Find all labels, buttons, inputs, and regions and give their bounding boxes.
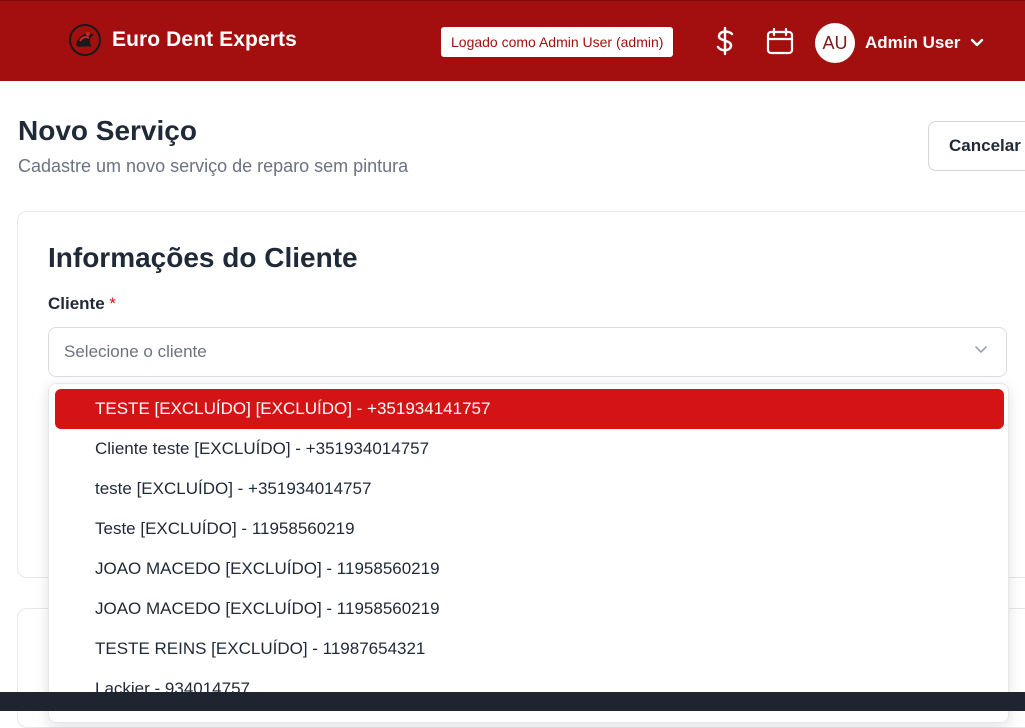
finance-button[interactable] — [710, 25, 740, 57]
cancel-button[interactable]: Cancelar — [928, 121, 1025, 171]
client-option[interactable]: TESTE REINS [EXCLUÍDO] - 11987654321 — [55, 629, 1004, 669]
client-option[interactable]: JOAO MACEDO [EXCLUÍDO] - 11958560219 — [55, 549, 1004, 589]
client-field-label: Cliente * — [48, 294, 116, 314]
avatar: AU — [815, 23, 855, 63]
client-select[interactable]: Selecione o cliente — [48, 327, 1007, 377]
chevron-down-icon — [975, 346, 987, 353]
top-navbar: Euro Dent Experts Logado como Admin User… — [0, 0, 1025, 81]
bottom-bar — [0, 692, 1025, 711]
brand[interactable]: Euro Dent Experts — [68, 23, 297, 57]
chevron-down-icon — [971, 38, 984, 47]
page-subtitle: Cadastre um novo serviço de reparo sem p… — [18, 156, 409, 176]
calendar-button[interactable] — [765, 25, 795, 57]
user-name: Admin User — [865, 33, 961, 52]
client-label-text: Cliente — [48, 294, 105, 313]
dollar-icon — [716, 26, 734, 56]
client-option[interactable]: Teste [EXCLUÍDO] - 11958560219 — [55, 509, 1004, 549]
user-menu[interactable]: AU Admin User — [815, 23, 984, 63]
client-option[interactable]: JOAO MACEDO [EXCLUÍDO] - 11958560219 — [55, 589, 1004, 629]
client-option[interactable]: TESTE [EXCLUÍDO] [EXCLUÍDO] - +351934141… — [55, 389, 1004, 429]
brand-logo-icon — [69, 24, 101, 56]
logged-as-badge: Logado como Admin User (admin) — [441, 27, 674, 57]
client-dropdown-list: TESTE [EXCLUÍDO] [EXCLUÍDO] - +351934141… — [48, 383, 1009, 723]
calendar-icon — [766, 27, 794, 55]
client-option[interactable]: teste [EXCLUÍDO] - +351934014757 — [55, 469, 1004, 509]
page-title: Novo Serviço — [18, 115, 197, 146]
required-mark: * — [109, 294, 117, 313]
section-title: Informações do Cliente — [48, 242, 358, 273]
client-select-placeholder: Selecione o cliente — [64, 342, 207, 361]
client-option[interactable]: Cliente teste [EXCLUÍDO] - +351934014757 — [55, 429, 1004, 469]
brand-name: Euro Dent Experts — [112, 28, 297, 51]
